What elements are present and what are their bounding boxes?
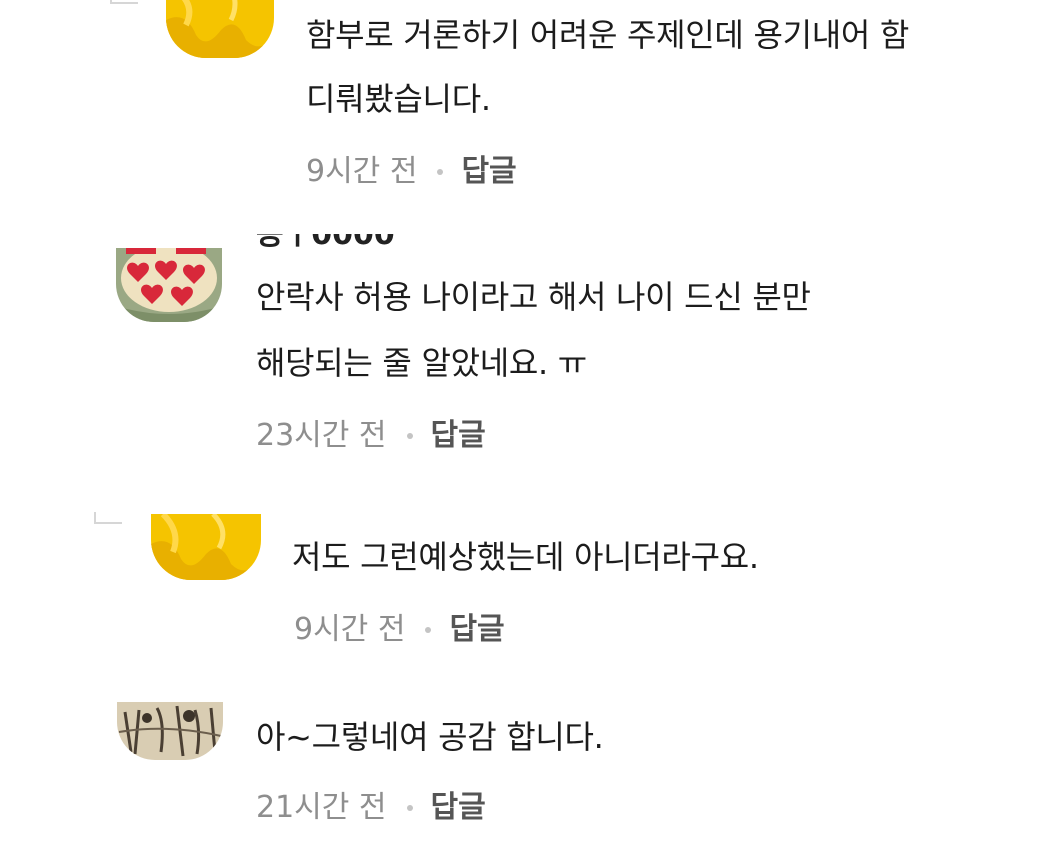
comment-text-line-2: 디뤄봤습니다.	[306, 80, 491, 118]
yellow-paint-avatar-icon	[166, 0, 274, 58]
reply-button[interactable]: 답글	[431, 418, 486, 454]
comment-time: 23시간 전	[256, 418, 387, 453]
heart-cake-avatar-icon	[116, 248, 222, 322]
comment-text-line-1: 함부로 거론하기 어려운 주제인데 용기내어 함	[306, 16, 910, 54]
comment-1: 함부로 거론하기 어려운 주제인데 용기내어 함 디뤄봤습니다. 9시간 전 답…	[0, 0, 1064, 210]
comment-meta: 21시간 전 답글	[256, 790, 486, 826]
comment-text-line-1: 안락사 허용 나이라고 해서 나이 드신 분만	[256, 278, 811, 316]
reply-indent-line	[94, 512, 122, 524]
comment-time: 21시간 전	[256, 790, 387, 825]
yellow-paint-avatar-icon	[151, 514, 261, 580]
user-avatar-3[interactable]	[151, 514, 261, 580]
user-avatar-1[interactable]	[166, 0, 274, 58]
reply-button[interactable]: 답글	[461, 154, 516, 190]
comment-author[interactable]: 등ㅣ0000	[256, 234, 395, 250]
separator-dot	[437, 169, 444, 175]
comment-meta: 9시간 전 답글	[294, 612, 505, 648]
separator-dot	[406, 433, 413, 439]
reply-button[interactable]: 답글	[449, 612, 504, 648]
comment-text-line-1: 저도 그런예상했는데 아니더라구요.	[292, 538, 759, 576]
separator-dot	[425, 627, 432, 633]
comment-text-line-1: 아~그렇네여 공감 합니다.	[256, 718, 604, 756]
comment-4: 아~그렇네여 공감 합니다. 21시간 전 답글	[0, 690, 1064, 849]
comment-meta: 9시간 전 답글	[306, 154, 517, 190]
user-avatar-4[interactable]	[117, 702, 223, 760]
comment-text-line-2: 해당되는 줄 알았네요. ㅠ	[256, 344, 587, 382]
comment-time: 9시간 전	[306, 154, 418, 189]
sketch-avatar-icon	[117, 702, 223, 760]
comment-meta: 23시간 전 답글	[256, 418, 486, 454]
reply-indent-line	[110, 0, 138, 4]
comment-3: 저도 그런예상했는데 아니더라구요. 9시간 전 답글	[0, 500, 1064, 670]
reply-button[interactable]: 답글	[431, 790, 486, 826]
separator-dot	[406, 805, 413, 811]
comment-time: 9시간 전	[294, 612, 406, 647]
comment-2: 등ㅣ0000 안락사 허용 나이라고 해서 나이 드신 분만 해당되는 줄 알았…	[0, 220, 1064, 480]
user-avatar-2[interactable]	[116, 248, 222, 322]
